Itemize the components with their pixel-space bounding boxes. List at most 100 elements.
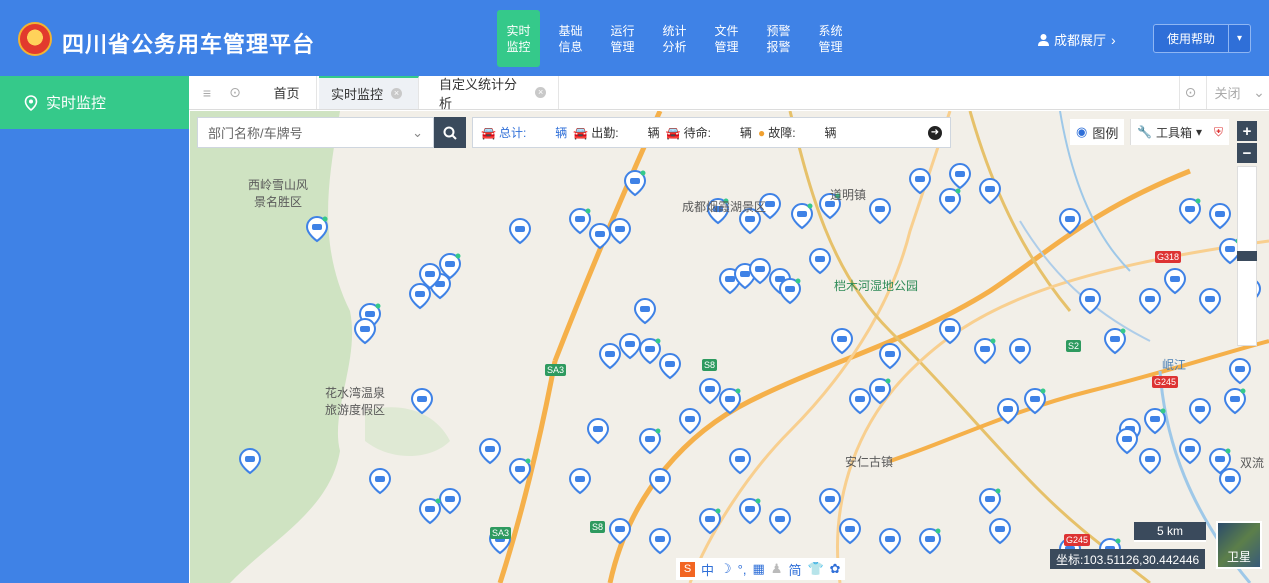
vehicle-marker-icon[interactable] bbox=[418, 497, 442, 525]
toolbox-button[interactable]: 🔧 工具箱 ▾ ⛨ bbox=[1130, 119, 1230, 145]
vehicle-marker-icon[interactable] bbox=[368, 467, 392, 495]
nav-item-operation[interactable]: 运行 管理 bbox=[601, 10, 644, 67]
search-input[interactable]: 部门名称/车牌号 ⌄ bbox=[197, 117, 434, 148]
vehicle-marker-icon[interactable] bbox=[633, 297, 657, 325]
vehicle-marker-icon[interactable] bbox=[1178, 437, 1202, 465]
zoom-slider-handle[interactable] bbox=[1237, 251, 1257, 261]
zoom-in-button[interactable]: + bbox=[1237, 121, 1257, 141]
vehicle-marker-icon[interactable] bbox=[508, 217, 532, 245]
vehicle-marker-icon[interactable] bbox=[1143, 407, 1167, 435]
vehicle-marker-icon[interactable] bbox=[618, 332, 642, 360]
vehicle-marker-icon[interactable] bbox=[1208, 202, 1232, 230]
vehicle-marker-icon[interactable] bbox=[238, 447, 262, 475]
help-button[interactable]: 使用帮助 ▾ bbox=[1153, 24, 1251, 53]
vehicle-marker-icon[interactable] bbox=[778, 277, 802, 305]
shirt-icon[interactable]: 👕 bbox=[807, 561, 823, 577]
vehicle-marker-icon[interactable] bbox=[438, 487, 462, 515]
vehicle-marker-icon[interactable] bbox=[648, 527, 672, 555]
nav-item-basic-info[interactable]: 基础 信息 bbox=[549, 10, 592, 67]
badge-icon[interactable]: ⛨ bbox=[1214, 125, 1223, 140]
map-view[interactable]: 西岭雪山风景名胜区 成都烟霞湖景区 道明镇 桤木河湿地公园 花水湾温泉旅游度假区… bbox=[190, 111, 1269, 583]
vehicle-marker-icon[interactable] bbox=[838, 517, 862, 545]
vehicle-marker-icon[interactable] bbox=[768, 507, 792, 535]
vehicle-marker-icon[interactable] bbox=[598, 342, 622, 370]
vehicle-marker-icon[interactable] bbox=[1218, 467, 1242, 495]
nav-item-statistics[interactable]: 统计 分析 bbox=[653, 10, 696, 67]
user-icon[interactable]: ♟ bbox=[771, 561, 783, 577]
vehicle-marker-icon[interactable] bbox=[1178, 197, 1202, 225]
vehicle-marker-icon[interactable] bbox=[608, 217, 632, 245]
user-menu[interactable]: 成都展厅 › bbox=[1038, 30, 1116, 49]
vehicle-marker-icon[interactable] bbox=[568, 467, 592, 495]
vehicle-marker-icon[interactable] bbox=[1188, 397, 1212, 425]
legend-button[interactable]: ◉ 图例 bbox=[1070, 119, 1125, 145]
vehicle-marker-icon[interactable] bbox=[353, 317, 377, 345]
vehicle-marker-icon[interactable] bbox=[638, 427, 662, 455]
tab-custom-stats[interactable]: 自定义统计分析 × bbox=[427, 76, 559, 111]
vehicle-marker-icon[interactable] bbox=[1115, 427, 1139, 455]
search-button[interactable] bbox=[434, 117, 466, 148]
zoom-out-button[interactable]: − bbox=[1237, 143, 1257, 163]
sidebar-item-monitor[interactable]: 实时监控 bbox=[0, 76, 189, 129]
vehicle-marker-icon[interactable] bbox=[918, 527, 942, 555]
vehicle-marker-icon[interactable] bbox=[623, 169, 647, 197]
chevron-down-icon[interactable]: ⌄ bbox=[1250, 76, 1268, 109]
vehicle-marker-icon[interactable] bbox=[978, 177, 1002, 205]
keyboard-icon[interactable]: ▦ bbox=[752, 561, 764, 577]
vehicle-marker-icon[interactable] bbox=[973, 337, 997, 365]
close-tabs-button[interactable]: 关闭 bbox=[1206, 76, 1248, 109]
tab-prev-icon[interactable]: ⊙ bbox=[225, 76, 245, 109]
vehicle-marker-icon[interactable] bbox=[1223, 387, 1247, 415]
vehicle-marker-icon[interactable] bbox=[305, 215, 329, 243]
vehicle-marker-icon[interactable] bbox=[878, 342, 902, 370]
ime-mode[interactable]: 中 bbox=[701, 560, 714, 579]
vehicle-marker-icon[interactable] bbox=[908, 167, 932, 195]
vehicle-marker-icon[interactable] bbox=[698, 507, 722, 535]
menu-toggle-icon[interactable]: ≡ bbox=[197, 76, 217, 109]
vehicle-marker-icon[interactable] bbox=[1228, 357, 1252, 385]
vehicle-marker-icon[interactable] bbox=[408, 282, 432, 310]
vehicle-marker-icon[interactable] bbox=[728, 447, 752, 475]
vehicle-marker-icon[interactable] bbox=[790, 202, 814, 230]
vehicle-marker-icon[interactable] bbox=[818, 487, 842, 515]
vehicle-marker-icon[interactable] bbox=[868, 197, 892, 225]
close-icon[interactable]: × bbox=[391, 88, 403, 99]
vehicle-marker-icon[interactable] bbox=[478, 437, 502, 465]
vehicle-marker-icon[interactable] bbox=[678, 407, 702, 435]
vehicle-marker-icon[interactable] bbox=[1138, 447, 1162, 475]
vehicle-marker-icon[interactable] bbox=[878, 527, 902, 555]
vehicle-marker-icon[interactable] bbox=[648, 467, 672, 495]
vehicle-marker-icon[interactable] bbox=[1198, 287, 1222, 315]
vehicle-marker-icon[interactable] bbox=[938, 187, 962, 215]
nav-item-monitor[interactable]: 实时 监控 bbox=[497, 10, 540, 67]
vehicle-marker-icon[interactable] bbox=[1023, 387, 1047, 415]
moon-icon[interactable]: ☽ bbox=[720, 561, 732, 577]
vehicle-marker-icon[interactable] bbox=[988, 517, 1012, 545]
satellite-toggle[interactable]: 卫星 bbox=[1216, 521, 1262, 569]
nav-item-files[interactable]: 文件 管理 bbox=[705, 10, 748, 67]
vehicle-marker-icon[interactable] bbox=[738, 497, 762, 525]
vehicle-marker-icon[interactable] bbox=[830, 327, 854, 355]
gear-icon[interactable]: ✿ bbox=[830, 561, 841, 577]
vehicle-marker-icon[interactable] bbox=[1008, 337, 1032, 365]
vehicle-marker-icon[interactable] bbox=[508, 457, 532, 485]
tab-next-icon[interactable]: ⊙ bbox=[1179, 76, 1201, 109]
vehicle-marker-icon[interactable] bbox=[1163, 267, 1187, 295]
vehicle-marker-icon[interactable] bbox=[868, 377, 892, 405]
vehicle-marker-icon[interactable] bbox=[718, 387, 742, 415]
vehicle-marker-icon[interactable] bbox=[948, 162, 972, 190]
vehicle-marker-icon[interactable] bbox=[410, 387, 434, 415]
tab-home[interactable]: 首页 bbox=[257, 76, 317, 109]
vehicle-marker-icon[interactable] bbox=[848, 387, 872, 415]
vehicle-marker-icon[interactable] bbox=[1058, 207, 1082, 235]
vehicle-marker-icon[interactable] bbox=[996, 397, 1020, 425]
vehicle-marker-icon[interactable] bbox=[1078, 287, 1102, 315]
vehicle-marker-icon[interactable] bbox=[658, 352, 682, 380]
vehicle-marker-icon[interactable] bbox=[938, 317, 962, 345]
vehicle-marker-icon[interactable] bbox=[698, 377, 722, 405]
vehicle-marker-icon[interactable] bbox=[808, 247, 832, 275]
arrow-right-icon[interactable]: ➜ bbox=[928, 125, 942, 140]
vehicle-marker-icon[interactable] bbox=[1103, 327, 1127, 355]
vehicle-marker-icon[interactable] bbox=[978, 487, 1002, 515]
close-icon[interactable]: × bbox=[535, 87, 546, 98]
